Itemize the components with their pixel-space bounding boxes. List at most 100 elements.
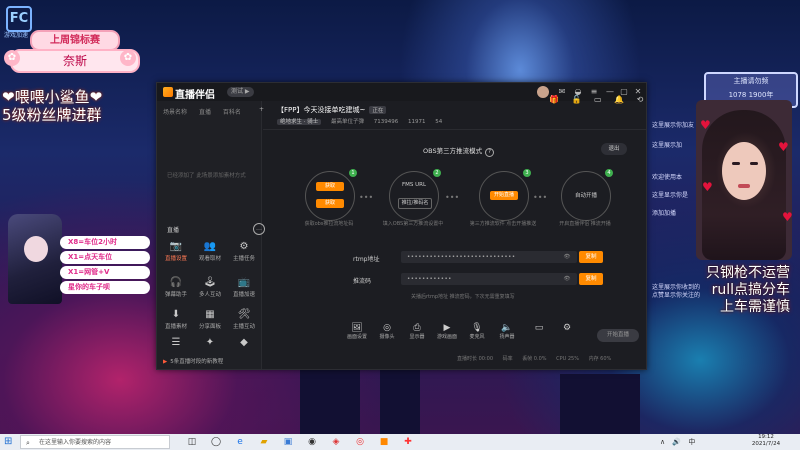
hud-line-1: 主播请勿频	[733, 77, 769, 85]
live-companion-taskbar-icon[interactable]: ■	[378, 436, 390, 448]
tool-scene-settings[interactable]: 🖼 画面设置	[343, 323, 371, 340]
screen-icon[interactable]: ▭	[594, 95, 602, 104]
arrow-icon: •••	[445, 193, 460, 202]
version-badge[interactable]: 测试 ▶	[227, 87, 254, 97]
paw-icon: ✿	[4, 50, 20, 66]
status-item: 内存 60%	[588, 356, 612, 362]
weekly-title-ribbon: 上周锦标赛	[30, 30, 120, 51]
tool-settings[interactable]: ⚙	[553, 323, 581, 333]
avatar[interactable]	[537, 86, 549, 98]
heart-icon: ♥	[778, 140, 789, 154]
step-2: 2 FMS URL 推拉/推码名	[389, 169, 441, 221]
app-icon[interactable]: ◉	[306, 436, 318, 448]
start-live-button[interactable]: 开始直播	[597, 329, 639, 342]
scene-panel: 场景名称 直播 百科名 + 已经添加了 此场景添加素材方式 直播 … 📷 直播设置…	[157, 101, 265, 369]
netease-icon[interactable]: ◎	[354, 436, 366, 448]
tutorial-link[interactable]: ▶ 5条直播时段的新教程	[163, 357, 223, 365]
arrow-icon: •••	[533, 193, 548, 202]
cortana-icon[interactable]: ◯	[210, 436, 222, 448]
help-icon[interactable]: ?	[485, 148, 495, 157]
tool-accelerate[interactable]: 📺 直播加速	[227, 277, 261, 298]
get-button[interactable]: 获取	[316, 182, 344, 191]
download-icon: ⬇	[171, 309, 181, 320]
store-icon[interactable]: ▣	[282, 436, 294, 448]
bell-icon[interactable]: 🔔	[614, 95, 624, 104]
gear-icon: ⚙	[562, 323, 572, 333]
hint-text: 关播后rtmp地址 推流密码，下次无需重复填写	[411, 294, 515, 300]
gift-icon[interactable]: 🎁	[549, 95, 559, 104]
step-caption: 开启直播伴侣 推流开播	[559, 221, 611, 227]
side-note: 添加加播	[652, 210, 677, 217]
tool-game-capture[interactable]: ▶ 游戏画面	[433, 323, 461, 340]
city-silhouette	[380, 364, 420, 434]
tool-interact[interactable]: 🛠 主播互动	[227, 309, 261, 330]
tool-star[interactable]: ✦	[193, 337, 227, 350]
gamepad-icon: 🕹	[203, 277, 217, 288]
app-logo-icon	[163, 87, 173, 97]
clock-date: 2021/7/24	[751, 441, 781, 447]
tool-share[interactable]: ▦ 分享面板	[193, 309, 227, 330]
tray-expand-icon[interactable]: ∧	[660, 438, 665, 446]
scene-tabs: 场景名称 直播 百科名 +	[163, 106, 264, 116]
edge-icon[interactable]: e	[234, 436, 246, 448]
system-tray: ∧ 🔊 中	[660, 437, 700, 447]
play-icon: ▶	[443, 323, 451, 333]
task-view-icon[interactable]: ◫	[186, 436, 198, 448]
promo-line-2: 5级粉丝牌进群	[2, 106, 102, 124]
tool-live-settings[interactable]: 📷 直播设置	[159, 241, 193, 262]
app-icon[interactable]: ◈	[330, 436, 342, 448]
tool-speaker[interactable]: 🔈 扬声器	[493, 323, 521, 340]
taskbar-clock[interactable]: 19:12 2021/7/24	[746, 434, 786, 448]
tool-microphone[interactable]: 🎙 麦克风	[463, 323, 491, 340]
tool-materials[interactable]: ⬇ 直播素材	[159, 309, 193, 330]
star-icon: ✦	[205, 337, 215, 348]
tool-danmaku[interactable]: 🎧 弹幕助手	[159, 277, 193, 298]
windows-start-icon[interactable]: ⊞	[4, 437, 14, 447]
step-label: FMS URL	[401, 182, 427, 188]
copy-key-button[interactable]: 复制	[579, 273, 603, 285]
file-explorer-icon[interactable]: ▰	[258, 436, 270, 448]
tool-viewers[interactable]: 👥 观看取材	[193, 241, 227, 262]
image-icon: 🖼	[351, 323, 363, 333]
tool-more[interactable]: ◆	[227, 337, 261, 350]
room-stat: 7139496	[373, 119, 399, 125]
app-brand: 直播伴侣	[175, 90, 215, 101]
get-button[interactable]: 获取	[316, 199, 344, 208]
eye-icon[interactable]: 👁	[564, 273, 571, 285]
tool-recommend[interactable]: ☰	[159, 337, 193, 350]
stream-key-input[interactable]: •••••••••••• 👁	[401, 273, 577, 285]
share-icon[interactable]: ⟲	[637, 95, 644, 104]
eye-icon[interactable]: 👁	[564, 251, 571, 263]
play-icon: ▶	[163, 359, 168, 365]
ime-indicator[interactable]: 中	[688, 438, 695, 446]
lock-icon[interactable]: 🔓	[572, 95, 582, 104]
tool-camera[interactable]: ◎ 摄像头	[373, 323, 401, 340]
sticker-line: X1=网管+V	[60, 266, 150, 279]
more-tools-button[interactable]: …	[253, 223, 265, 235]
tool-display[interactable]: ⎙ 显示器	[403, 323, 431, 340]
room-category[interactable]: 绝地求生 · 骑士	[277, 119, 322, 125]
start-live-step-button[interactable]: 开始直播	[490, 191, 518, 200]
status-item: 直播时长 00:00	[457, 356, 493, 362]
tab-live[interactable]: 直播	[199, 109, 211, 116]
app-icon[interactable]: ✚	[402, 436, 414, 448]
exit-button[interactable]: 退出	[601, 143, 627, 155]
rtmp-input[interactable]: ••••••••••••••••••••••••••••• 👁	[401, 251, 577, 263]
tab-scene[interactable]: 场景名称	[163, 109, 187, 116]
room-stat: 54	[435, 119, 443, 125]
room-title[interactable]: 【FPP】今天没接单吃建城~ 正在	[277, 105, 387, 115]
users-icon: 👥	[203, 241, 217, 252]
tool-record[interactable]: ▭	[525, 323, 553, 333]
volume-icon[interactable]: 🔊	[672, 438, 681, 446]
overlay-text-line-3: 上车需谨慎	[720, 299, 790, 315]
sticker-line: X1=点天车位	[60, 251, 150, 264]
tools-title: 直播	[167, 227, 180, 234]
tool-multiplayer[interactable]: 🕹 多人互动	[193, 277, 227, 298]
city-silhouette	[560, 374, 640, 434]
taskbar-search-input[interactable]: ⌕ 在这里输入你要搜索的内容	[20, 435, 170, 449]
copy-rtmp-button[interactable]: 复制	[579, 251, 603, 263]
tab-wiki[interactable]: 百科名	[223, 109, 241, 116]
tool-tasks[interactable]: ⚙ 主播任务	[227, 241, 261, 262]
heart-icon: ♥	[702, 180, 713, 194]
monitor-icon: ⎙	[413, 323, 421, 333]
